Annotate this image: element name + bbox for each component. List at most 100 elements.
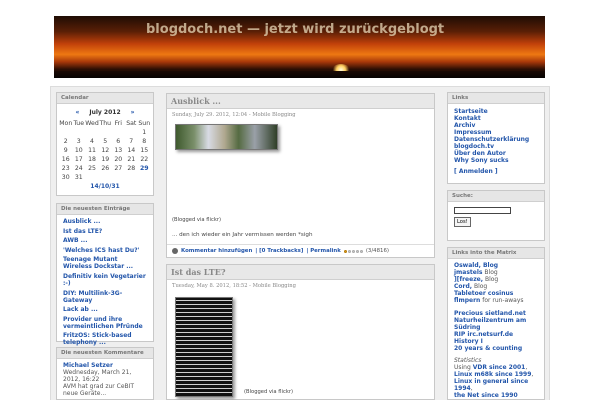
- calendar-weekday: Fri: [114, 120, 122, 127]
- calendar-day: 19: [101, 156, 110, 163]
- statistics-title: Statistics: [454, 357, 482, 364]
- sidebar-link[interactable]: Archiv: [454, 122, 538, 129]
- sidebar-link[interactable]: Über den Autor: [454, 150, 538, 157]
- calendar-weekday: Sat: [126, 120, 137, 127]
- recent-entry-link[interactable]: Ist das LTE?: [63, 228, 147, 235]
- search-button[interactable]: Los!: [454, 217, 471, 227]
- statistics-suffix: ,: [470, 385, 473, 392]
- trackbacks-link[interactable]: | [0 Trackbacks]: [255, 248, 303, 254]
- sidebar-link[interactable]: Datenschutzerklärung: [454, 136, 538, 143]
- sidebar-link[interactable]: Kontakt: [454, 115, 538, 122]
- recent-entry-link[interactable]: AWB ...: [63, 237, 147, 244]
- matrix-link[interactable]: Naturheilzentrum am Südring: [454, 317, 538, 331]
- calendar-day: 6: [116, 138, 121, 145]
- calendar-day: 16: [61, 156, 70, 163]
- calendar-day: [112, 128, 125, 137]
- search-input[interactable]: [454, 207, 511, 214]
- recent-entry-link[interactable]: Provider und ihre vermeintlichen Pfründe: [63, 316, 147, 330]
- permalink-link[interactable]: | Permalink: [306, 248, 340, 254]
- calendar-day: 22: [140, 156, 149, 163]
- rating-star-icon[interactable]: [359, 249, 363, 253]
- matrix-link[interactable]: jmastels: [454, 269, 483, 276]
- matrix-link[interactable]: 20 years & counting: [454, 345, 538, 352]
- recent-entry-link[interactable]: Lack ab ...: [63, 306, 147, 313]
- rating-star-icon[interactable]: [343, 249, 347, 253]
- recent-entry-link[interactable]: Definitiv kein Vegetarier :-): [63, 273, 147, 287]
- calendar-day: 7: [129, 138, 134, 145]
- statistics-item: the Net since 1990: [454, 392, 538, 399]
- comment-author[interactable]: Michael Setzer: [63, 362, 147, 369]
- matrix-link-suffix: for run-aways: [480, 297, 524, 304]
- login-link[interactable]: [ Anmelden ]: [448, 168, 544, 175]
- links-list: Startseite Kontakt Archiv Impressum Datensch…: [448, 104, 544, 168]
- statistics-link[interactable]: VDR since 2001: [473, 364, 526, 371]
- comment-date: Wednesday, March 21, 2012, 16:22: [63, 369, 132, 383]
- calendar-day: [99, 128, 112, 137]
- sidebar-link[interactable]: Why Sony sucks: [454, 157, 538, 164]
- recent-entry-link[interactable]: 'Welches ICS hast Du?': [63, 247, 147, 254]
- matrix-link[interactable]: History I: [454, 338, 538, 345]
- recent-entry-link[interactable]: Teenage Mutant Wireless Dockstar ...: [63, 256, 147, 270]
- matrix-link[interactable]: ][freeze,: [454, 276, 483, 283]
- statistics-link[interactable]: Linux m68k since 1999: [454, 371, 531, 378]
- calendar-weekday: Mon: [59, 120, 73, 127]
- rating-star-icon[interactable]: [347, 249, 351, 253]
- post-photo[interactable]: [175, 124, 278, 150]
- matrix-link-suffix: Blog: [483, 276, 499, 283]
- calendar-day: 9: [63, 147, 68, 154]
- recent-entry-link[interactable]: DIY: Multilink-3G-Gateway: [63, 290, 147, 304]
- post-body: ... den ich wieder ein Jahr vermissen we…: [172, 232, 313, 238]
- matrix-link[interactable]: flmpern: [454, 297, 480, 304]
- calendar-title: Calendar: [57, 93, 153, 104]
- recent-entry-link[interactable]: FritzOS: Stick-based telephony ...: [63, 332, 147, 346]
- post-photo[interactable]: [175, 297, 233, 397]
- calendar-day: [125, 173, 138, 182]
- matrix-link-suffix: Blog: [472, 283, 488, 290]
- calendar-day: 13: [114, 147, 123, 154]
- post-title[interactable]: Ausblick ...: [167, 94, 434, 109]
- calendar-footer-link[interactable]: 14/10/31: [57, 183, 153, 190]
- calendar-day: 27: [114, 165, 123, 172]
- sidebar-link[interactable]: Startseite: [454, 108, 538, 115]
- statistics-item: Using VDR since 2001,: [454, 364, 538, 371]
- calendar-day: 3: [76, 138, 81, 145]
- matrix-link-suffix: Blog: [482, 269, 498, 276]
- calendar-day: 24: [74, 165, 83, 172]
- statistics-item: Linux m68k since 1999,: [454, 371, 538, 378]
- calendar-next-link[interactable]: »: [131, 109, 135, 116]
- calendar-day: [125, 128, 138, 137]
- calendar-day: 2: [63, 138, 68, 145]
- rating-star-icon[interactable]: [351, 249, 355, 253]
- matrix-link[interactable]: Oswald, Blog: [454, 262, 498, 269]
- rating-star-icon[interactable]: [355, 249, 359, 253]
- matrix-links-box: Links into the Matrix Oswald, Blog jmaste…: [447, 247, 545, 400]
- calendar-prev-link[interactable]: «: [75, 109, 79, 116]
- matrix-link[interactable]: Cord,: [454, 283, 472, 290]
- add-comment-link[interactable]: Kommentar hinzufügen: [181, 248, 252, 254]
- calendar-day: 28: [127, 165, 136, 172]
- matrix-link[interactable]: Tabletoer cosinus: [454, 290, 513, 297]
- recent-entry-link[interactable]: Ausblick ...: [63, 218, 147, 225]
- rating-stars[interactable]: [343, 249, 363, 253]
- matrix-item: Cord, Blog: [454, 283, 538, 290]
- post-title[interactable]: Ist das LTE?: [167, 265, 434, 280]
- statistics-link[interactable]: the Net since 1990: [454, 392, 518, 399]
- calendar-day[interactable]: 29: [138, 164, 151, 173]
- calendar-month: July 2012: [89, 109, 121, 116]
- calendar-day: 14: [127, 147, 136, 154]
- matrix-link[interactable]: RIP irc.netsurf.de: [454, 331, 538, 338]
- calendar-day: 18: [88, 156, 96, 163]
- calendar-day: 23: [61, 165, 70, 172]
- comment-text: AVM hat grad zur CeBIT neue Geräte...: [63, 383, 135, 397]
- statistics-link[interactable]: Linux in general since 1994: [454, 378, 528, 392]
- matrix-link[interactable]: Precious sietland.net: [454, 310, 538, 317]
- statistics-suffix: ,: [525, 364, 528, 371]
- recent-entries-title: Die neuesten Einträge: [57, 204, 153, 215]
- rating-count: (3/4816): [365, 248, 389, 254]
- search-box: Suche: Los!: [447, 190, 545, 241]
- calendar-weekday: Sun: [138, 120, 151, 127]
- site-title[interactable]: blogdoch.net — jetzt wird zurückgeblogt: [146, 22, 444, 37]
- sidebar-link[interactable]: blogdoch.tv: [454, 143, 538, 150]
- calendar-day: 17: [74, 156, 83, 163]
- sidebar-link[interactable]: Impressum: [454, 129, 538, 136]
